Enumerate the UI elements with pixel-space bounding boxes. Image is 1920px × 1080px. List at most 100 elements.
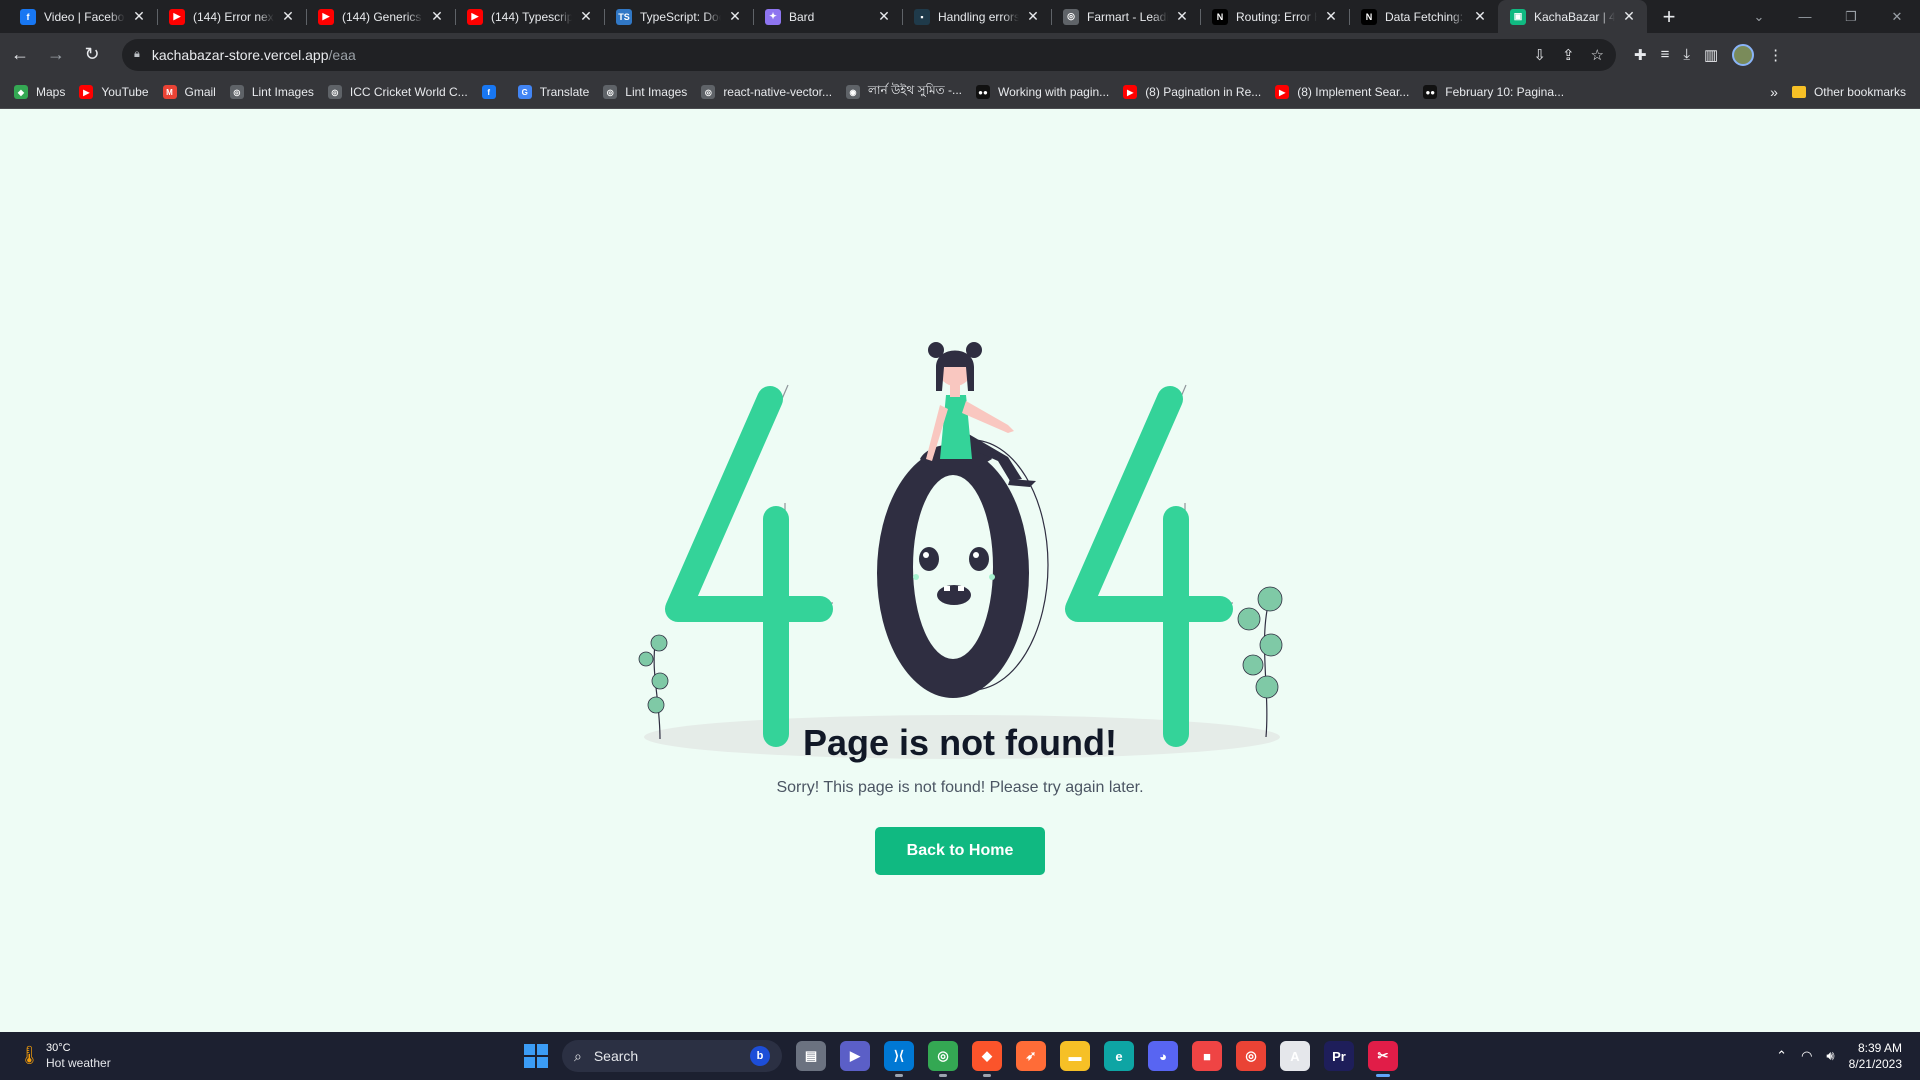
tab-close-icon[interactable]: ✕ xyxy=(131,8,147,25)
bookmark-favicon-icon: ◉ xyxy=(846,85,861,99)
reload-icon[interactable]: ↻ xyxy=(76,39,108,71)
bookmark-item[interactable]: ▶ (8) Implement Sear... xyxy=(1275,85,1409,99)
menu-kebab-icon[interactable]: ⋮ xyxy=(1768,46,1783,64)
lock-icon[interactable]: 🔒︎ xyxy=(134,48,140,61)
tab-close-icon[interactable]: ✕ xyxy=(1621,8,1637,25)
teams-icon[interactable]: ▶ xyxy=(840,1041,870,1071)
discord-icon[interactable]: ◕ xyxy=(1148,1041,1178,1071)
tab-close-icon[interactable]: ✕ xyxy=(280,8,296,25)
brave-icon[interactable]: ◆ xyxy=(972,1041,1002,1077)
browser-tab[interactable]: TS TypeScript: Docu ✕ xyxy=(604,0,753,33)
nextjs-icon: N xyxy=(1361,8,1377,25)
bookmark-item[interactable]: ◎ react-native-vector... xyxy=(701,85,832,99)
snipping-tool-icon[interactable]: ✂ xyxy=(1368,1041,1398,1077)
postman-icon[interactable]: ➶ xyxy=(1016,1041,1046,1071)
tab-title: Handling errors xyxy=(938,9,1019,24)
premiere-icon[interactable]: Pr xyxy=(1324,1041,1354,1071)
bookmark-item[interactable]: ◉ লার্ন উইথ সুমিত -... xyxy=(846,82,962,102)
nextjs-icon: N xyxy=(1212,8,1228,25)
browser-tab[interactable]: N Data Fetching: F ✕ xyxy=(1349,0,1498,33)
install-app-icon[interactable]: ⇩ xyxy=(1533,46,1546,64)
profile-avatar[interactable] xyxy=(1732,43,1755,66)
downloads-icon[interactable]: ⤓ xyxy=(1683,46,1690,63)
bookmark-label: (8) Implement Sear... xyxy=(1297,85,1410,99)
window-close-icon[interactable]: ✕ xyxy=(1874,0,1920,33)
chrome-icon[interactable]: ◎ xyxy=(928,1041,958,1077)
browser-tab[interactable]: ▣ KachaBazar | 404 ✕ xyxy=(1498,0,1647,33)
side-panel-icon[interactable]: ▥ xyxy=(1704,46,1718,64)
browser-tab[interactable]: ▪ Handling errors ✕ xyxy=(902,0,1051,33)
media-queue-icon[interactable]: ≡ xyxy=(1661,46,1670,63)
vscode-icon[interactable]: ⟩⟨ xyxy=(884,1041,914,1077)
tab-close-icon[interactable]: ✕ xyxy=(1025,8,1041,25)
other-bookmarks-folder[interactable]: Other bookmarks xyxy=(1791,85,1906,99)
browser-tab[interactable]: ▶ (144) Typescript ✕ xyxy=(455,0,604,33)
browser-tab[interactable]: ✦ Bard ✕ xyxy=(753,0,902,33)
browser-tab[interactable]: f Video | Facebook ✕ xyxy=(8,0,157,33)
bookmark-item[interactable]: M Gmail xyxy=(162,85,216,99)
bookmark-item[interactable]: ▶ YouTube xyxy=(79,85,149,99)
browser-tab[interactable]: ▶ (144) Error next ✕ xyxy=(157,0,306,33)
youtube-icon: ▶ xyxy=(467,8,483,25)
more-bookmarks-icon[interactable]: » xyxy=(1770,84,1778,100)
bookmark-item[interactable]: ●● February 10: Pagina... xyxy=(1423,85,1564,99)
bookmark-item[interactable]: ◎ ICC Cricket World C... xyxy=(327,85,468,99)
kachabazar-icon: ▣ xyxy=(1510,8,1526,25)
back-icon[interactable]: ← xyxy=(4,39,36,71)
folder-icon[interactable]: ▬ xyxy=(1060,1041,1090,1071)
back-to-home-button[interactable]: Back to Home xyxy=(875,827,1045,875)
bookmark-item[interactable]: ◆ Maps xyxy=(14,85,65,99)
tab-close-icon[interactable]: ✕ xyxy=(578,8,594,25)
tab-title: Data Fetching: F xyxy=(1385,9,1466,24)
tab-close-icon[interactable]: ✕ xyxy=(1472,8,1488,25)
tray-overflow-icon[interactable]: ⌃ xyxy=(1776,1048,1787,1064)
minimize-icon[interactable]: — xyxy=(1782,0,1828,33)
bookmark-item[interactable]: ◎ Lint Images xyxy=(603,85,687,99)
windows-start-icon[interactable] xyxy=(524,1044,548,1068)
tab-search-icon[interactable]: ⌄ xyxy=(1736,0,1782,33)
chrome-canary-icon[interactable]: ◎ xyxy=(1236,1041,1266,1071)
forward-icon[interactable]: → xyxy=(40,39,72,71)
taskbar-search[interactable]: ⌕ Search b xyxy=(562,1040,782,1072)
bing-icon[interactable]: b xyxy=(750,1046,770,1066)
weather-widget[interactable]: 🌡︎ 30°C Hot weather xyxy=(18,1041,111,1071)
tab-close-icon[interactable]: ✕ xyxy=(429,8,445,25)
tab-close-icon[interactable]: ✕ xyxy=(876,8,892,25)
browser-tab-strip: f Video | Facebook ✕ ▶ (144) Error next ✕ ▶ (14… xyxy=(0,0,1920,33)
bookmark-label: Lint Images xyxy=(251,85,314,99)
file-explorer-view-icon[interactable]: ▤ xyxy=(796,1041,826,1071)
tab-close-icon[interactable]: ✕ xyxy=(1174,8,1190,25)
tab-title: Farmart - Leading xyxy=(1087,9,1168,24)
bookmark-star-icon[interactable]: ☆ xyxy=(1591,46,1604,64)
page-content: Page is not found! Sorry! This page is n… xyxy=(0,109,1920,1032)
bookmark-label: Lint Images xyxy=(625,85,688,99)
new-tab-icon[interactable]: + xyxy=(1655,3,1683,31)
browser-tab[interactable]: ◎ Farmart - Leading ✕ xyxy=(1051,0,1200,33)
extensions-icon[interactable]: ✚ xyxy=(1634,46,1647,64)
tab-title: Routing: Error H xyxy=(1236,9,1317,24)
address-bar[interactable]: 🔒︎ kachabazar-store.vercel.app/eaa ⇩ ⇪ ☆ xyxy=(122,38,1616,71)
restore-icon[interactable]: ❐ xyxy=(1828,0,1874,33)
pinned-apps: ▤ ▶ ⟩⟨ ◎ ◆ ➶ ▬ e ◕ ■ ◎ A Pr ✂ xyxy=(796,1041,1398,1077)
clock[interactable]: 8:39 AM 8/21/2023 xyxy=(1849,1040,1902,1072)
bookmark-item[interactable]: ▶ (8) Pagination in Re... xyxy=(1123,85,1261,99)
tab-close-icon[interactable]: ✕ xyxy=(1323,8,1339,25)
share-icon[interactable]: ⇪ xyxy=(1562,46,1575,64)
edge-icon[interactable]: e xyxy=(1104,1041,1134,1071)
thermometer-icon: 🌡︎ xyxy=(18,1045,41,1065)
bookmark-item[interactable]: G Translate xyxy=(517,85,589,99)
volume-icon[interactable]: 🔊︎ xyxy=(1826,1048,1834,1064)
bookmark-item[interactable]: ●● Working with pagin... xyxy=(976,85,1109,99)
app-store-icon[interactable]: A xyxy=(1280,1041,1310,1071)
browser-toolbar: ← → ↻ 🔒︎ kachabazar-store.vercel.app/eaa… xyxy=(0,33,1920,76)
bookmark-item[interactable]: ◎ Lint Images xyxy=(229,85,314,99)
bookmark-favicon-icon: ▶ xyxy=(1123,85,1138,99)
bookmark-favicon-icon: ▶ xyxy=(1275,85,1290,99)
browser-tab[interactable]: ▶ (144) Generics in ✕ xyxy=(306,0,455,33)
wifi-icon[interactable]: ◠ xyxy=(1801,1048,1812,1064)
camera-icon[interactable]: ■ xyxy=(1192,1041,1222,1071)
weather-temperature: 30°C xyxy=(46,1042,71,1054)
tab-close-icon[interactable]: ✕ xyxy=(727,8,743,25)
bookmark-item[interactable]: f xyxy=(481,85,504,99)
browser-tab[interactable]: N Routing: Error H ✕ xyxy=(1200,0,1349,33)
